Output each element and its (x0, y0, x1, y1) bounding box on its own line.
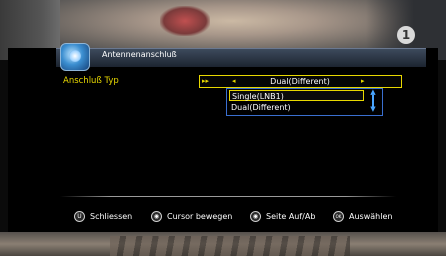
dropdown-option-dual-different[interactable]: Dual(Different) (229, 102, 364, 113)
background-stripes (110, 236, 350, 256)
satellite-dish-icon (60, 43, 90, 71)
scroll-down-icon[interactable]: ▼ (368, 105, 378, 113)
channel-logo: 1 (397, 26, 415, 44)
footer-divider (60, 196, 396, 197)
hint-close[interactable]: U Schliessen (74, 210, 132, 222)
page-key-icon: ◉ (250, 210, 261, 222)
connection-type-dropdown[interactable]: Single(LNB1) Dual(Different) ▲ ▼ (226, 88, 383, 116)
dropdown-scrollbar[interactable]: ▲ ▼ (368, 88, 378, 113)
hint-cursor-move-label: Cursor bewegen (167, 211, 233, 221)
page-title: Antennenanschluß (102, 50, 177, 59)
connection-type-selector[interactable]: ▸▸ ◂ Dual(Different) ▸ (199, 75, 402, 88)
hint-page-up-down[interactable]: ◉ Seite Auf/Ab (250, 210, 315, 222)
hint-close-label: Schliessen (90, 211, 133, 221)
arrow-right-icon[interactable]: ▸ (361, 76, 365, 87)
background-red-object (160, 6, 210, 36)
dropdown-option-single-lnb1[interactable]: Single(LNB1) (229, 90, 364, 101)
hint-cursor-move[interactable]: ◉ Cursor bewegen (151, 210, 232, 222)
footer-hints: U Schliessen ◉ Cursor bewegen ◉ Seite Au… (8, 206, 438, 226)
hint-select[interactable]: OK Auswählen (333, 210, 392, 222)
exit-key-icon: U (74, 210, 85, 222)
osd-panel: Antennenanschluß Anschluß Typ ▸▸ ◂ Dual(… (8, 43, 438, 232)
connection-type-label: Anschluß Typ (63, 76, 119, 86)
fast-forward-icon: ▸▸ (202, 77, 210, 85)
hint-select-label: Auswählen (349, 211, 393, 221)
hint-page-up-down-label: Seite Auf/Ab (266, 211, 316, 221)
background-video-bottom (0, 232, 446, 256)
icon-highlight (69, 50, 81, 62)
arrow-left-icon[interactable]: ◂ (232, 76, 236, 87)
ok-key-icon: OK (333, 210, 344, 222)
connection-type-value: Dual(Different) (270, 77, 330, 86)
cursor-key-icon: ◉ (151, 210, 162, 222)
